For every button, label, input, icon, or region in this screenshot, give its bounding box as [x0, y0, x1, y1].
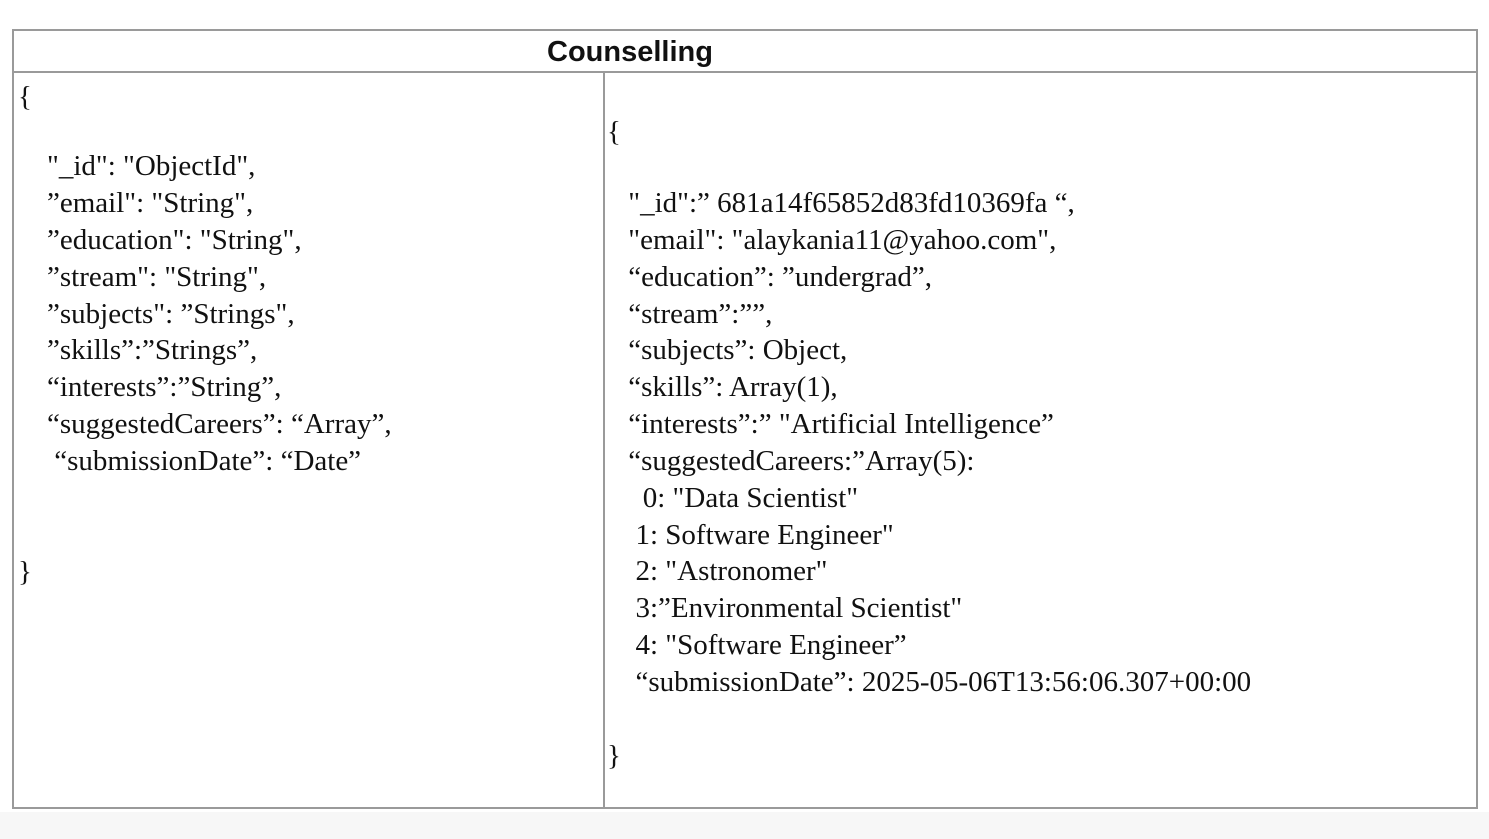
example-open-brace: {: [607, 116, 621, 148]
example-line: 1: Software Engineer": [621, 519, 894, 551]
schema-close-brace: }: [18, 556, 32, 588]
example-line: 2: "Astronomer": [621, 555, 828, 587]
example-line: “suggestedCareers:”Array(5):: [621, 445, 975, 477]
example-line: 4: "Software Engineer”: [621, 629, 907, 661]
example-line: "_id":” 681a14f65852d83fd10369fa “,: [621, 187, 1075, 219]
example-line: “subjects”: Object,: [621, 334, 848, 366]
schema-line: ”stream": "String",: [47, 261, 267, 293]
schema-line: ”subjects": ”Strings",: [47, 298, 295, 330]
counselling-schema-table: Counselling { "_id": "ObjectId", ”email"…: [12, 29, 1478, 809]
example-line: “skills”: Array(1),: [621, 371, 838, 403]
schema-line: ”skills”:”Strings”,: [47, 334, 258, 366]
example-line: “submissionDate”: 2025-05-06T13:56:06.30…: [621, 666, 1252, 698]
schema-open-brace: {: [18, 81, 32, 113]
table-title: Counselling: [14, 31, 1476, 73]
example-line: "email": "alaykania11@yahoo.com",: [621, 224, 1057, 256]
schema-line: “submissionDate”: “Date”: [47, 445, 362, 477]
schema-line: ”email": "String",: [47, 187, 254, 219]
example-line: “education”: ”undergrad”,: [621, 261, 933, 293]
example-line: “interests”:” "Artificial Intelligence”: [621, 408, 1054, 440]
schema-line: ”education": "String",: [47, 224, 302, 256]
schema-line: “suggestedCareers”: “Array”,: [47, 408, 392, 440]
example-line: 0: "Data Scientist": [621, 482, 859, 514]
example-close-brace: }: [607, 740, 621, 772]
schema-line: "_id": "ObjectId",: [47, 150, 256, 182]
example-line: “stream”:””,: [621, 298, 773, 330]
column-divider: [603, 73, 605, 809]
example-line: 3:”Environmental Scientist": [621, 592, 963, 624]
schema-line: “interests”:”String”,: [47, 371, 282, 403]
